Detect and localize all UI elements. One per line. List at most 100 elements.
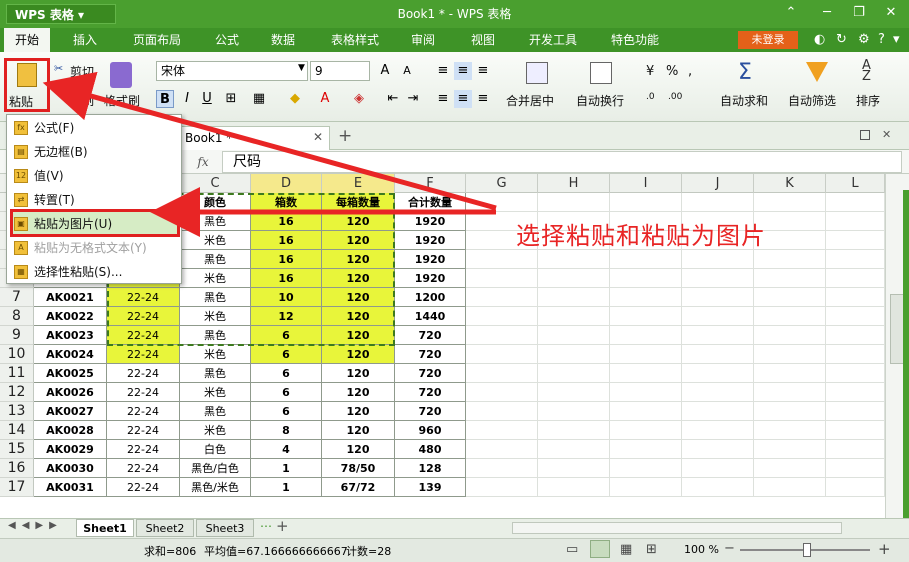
empty-cell[interactable] [754, 288, 826, 307]
column-header[interactable]: G [466, 174, 538, 193]
row-header[interactable]: 12 [0, 383, 34, 402]
row-header[interactable]: 17 [0, 478, 34, 497]
cell-f[interactable]: 480 [395, 440, 466, 459]
empty-cell[interactable] [610, 478, 682, 497]
row-header[interactable]: 16 [0, 459, 34, 478]
empty-cell[interactable] [682, 402, 754, 421]
increase-decimal-icon[interactable]: .0 [646, 92, 655, 102]
row-header[interactable]: 13 [0, 402, 34, 421]
chevron-down-icon[interactable]: ▼ [298, 63, 305, 73]
empty-cell[interactable] [826, 402, 885, 421]
cell-e[interactable]: 每箱数量 [322, 193, 395, 212]
sync-icon[interactable]: ↻ [836, 32, 847, 47]
cell-c[interactable]: 米色 [180, 307, 251, 326]
cell-a[interactable]: AK0023 [34, 326, 107, 345]
empty-cell[interactable] [826, 364, 885, 383]
empty-cell[interactable] [610, 383, 682, 402]
cell-e[interactable]: 67/72 [322, 478, 395, 497]
cell-f[interactable]: 合计数量 [395, 193, 466, 212]
currency-icon[interactable]: ¥ [646, 64, 654, 79]
empty-cell[interactable] [754, 193, 826, 212]
document-tab[interactable]: Book1 * ✕ [180, 126, 330, 150]
cell-e[interactable]: 120 [322, 326, 395, 345]
more-sheets-icon[interactable]: ⋯ [260, 519, 272, 533]
menu-data[interactable]: 数据 [260, 28, 306, 52]
decrease-decimal-icon[interactable]: .00 [668, 92, 682, 102]
cell-d[interactable]: 6 [251, 383, 322, 402]
empty-cell[interactable] [610, 421, 682, 440]
sheet-nav-arrows[interactable]: ◀◀▶▶ [8, 520, 63, 531]
empty-cell[interactable] [610, 250, 682, 269]
cell-c[interactable]: 黑色/白色 [180, 459, 251, 478]
border-icon[interactable]: ⊞ [222, 90, 240, 108]
row-header[interactable]: 15 [0, 440, 34, 459]
page-layout-view-icon[interactable] [590, 540, 610, 558]
merge-center-button[interactable]: 合并居中 [506, 92, 554, 109]
empty-cell[interactable] [466, 421, 538, 440]
zoom-slider-handle[interactable] [803, 543, 811, 557]
cell-a[interactable]: AK0030 [34, 459, 107, 478]
empty-cell[interactable] [466, 364, 538, 383]
cell-d[interactable]: 4 [251, 440, 322, 459]
empty-cell[interactable] [754, 345, 826, 364]
cell-d[interactable]: 8 [251, 421, 322, 440]
paste-button[interactable]: 粘贴 [4, 58, 50, 112]
cell-a[interactable]: AK0031 [34, 478, 107, 497]
auto-sum-button[interactable]: 自动求和 [720, 92, 768, 109]
empty-cell[interactable] [466, 326, 538, 345]
shrink-font-icon[interactable]: A [398, 62, 416, 80]
cell-c[interactable]: 黑色 [180, 326, 251, 345]
cell-d[interactable]: 12 [251, 307, 322, 326]
cell-c[interactable]: 黑色 [180, 364, 251, 383]
empty-cell[interactable] [538, 250, 610, 269]
empty-cell[interactable] [610, 326, 682, 345]
empty-cell[interactable] [754, 269, 826, 288]
zoom-level[interactable]: 100 % [684, 543, 719, 556]
percent-button[interactable]: % [666, 64, 678, 79]
menu-view[interactable]: 视图 [460, 28, 506, 52]
cell-f[interactable]: 1920 [395, 269, 466, 288]
cell-d[interactable]: 16 [251, 269, 322, 288]
empty-cell[interactable] [754, 307, 826, 326]
close-button[interactable]: ✕ [880, 4, 902, 22]
skin-icon[interactable]: ◐ [814, 32, 825, 47]
empty-cell[interactable] [466, 250, 538, 269]
cell-a[interactable]: AK0025 [34, 364, 107, 383]
paste-menu-item[interactable]: fx 公式(F) [8, 117, 176, 139]
empty-cell[interactable] [682, 383, 754, 402]
paste-menu-item[interactable]: ▣ 粘贴为图片(U) [8, 213, 176, 235]
empty-cell[interactable] [682, 250, 754, 269]
empty-cell[interactable] [826, 383, 885, 402]
empty-cell[interactable] [466, 383, 538, 402]
empty-cell[interactable] [610, 345, 682, 364]
empty-cell[interactable] [754, 250, 826, 269]
empty-cell[interactable] [538, 364, 610, 383]
empty-cell[interactable] [826, 212, 885, 231]
cell-c[interactable]: 黑色 [180, 212, 251, 231]
column-header[interactable]: E [322, 174, 395, 193]
empty-cell[interactable] [826, 345, 885, 364]
cell-b[interactable]: 22-24 [107, 402, 180, 421]
cell-d[interactable]: 6 [251, 402, 322, 421]
menu-review[interactable]: 审阅 [400, 28, 446, 52]
cell-b[interactable]: 22-24 [107, 459, 180, 478]
cell-f[interactable]: 720 [395, 345, 466, 364]
collapse-ribbon-icon[interactable]: ⌃ [780, 4, 802, 22]
cell-b[interactable]: 22-24 [107, 440, 180, 459]
new-tab-icon[interactable]: + [338, 126, 352, 146]
cell-b[interactable]: 22-24 [107, 307, 180, 326]
paste-menu-item[interactable]: A 粘贴为无格式文本(Y) [8, 237, 176, 259]
empty-cell[interactable] [682, 307, 754, 326]
menu-page-layout[interactable]: 页面布局 [122, 28, 192, 52]
empty-cell[interactable] [466, 307, 538, 326]
scroll-thumb[interactable] [890, 294, 904, 364]
empty-cell[interactable] [754, 402, 826, 421]
cell-c[interactable]: 黑色 [180, 288, 251, 307]
underline-button[interactable]: U [198, 90, 216, 108]
empty-cell[interactable] [538, 193, 610, 212]
empty-cell[interactable] [682, 364, 754, 383]
cell-f[interactable]: 960 [395, 421, 466, 440]
empty-cell[interactable] [682, 459, 754, 478]
empty-cell[interactable] [466, 288, 538, 307]
empty-cell[interactable] [466, 459, 538, 478]
